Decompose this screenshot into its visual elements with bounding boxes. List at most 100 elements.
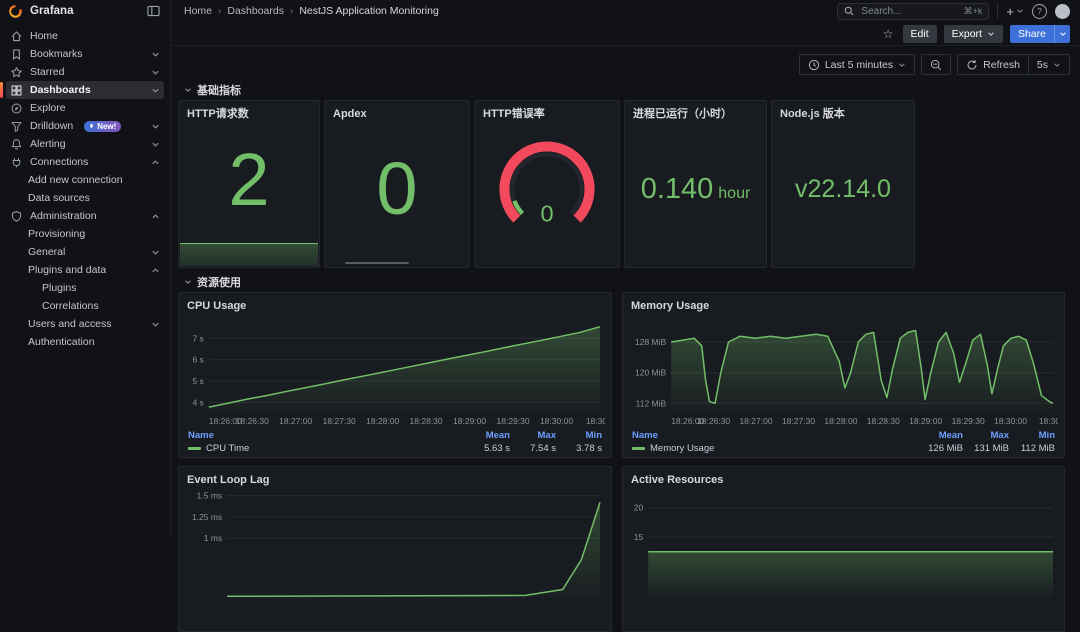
svg-text:18:27:30: 18:27:30 [782,416,815,426]
memory-usage-chart[interactable]: 112 MiB120 MiB128 MiB18:26:0018:26:3018:… [629,315,1058,427]
chevron-up-icon [151,212,160,221]
sidebar-item-users-and-access[interactable]: Users and access [6,315,164,333]
sidebar-item-general[interactable]: General [6,243,164,261]
zoom-out-button[interactable] [921,54,951,75]
refresh-interval-dropdown[interactable]: 5s [1029,54,1070,75]
sidebar-item-bookmarks[interactable]: Bookmarks [6,45,164,63]
svg-text:18:28:30: 18:28:30 [410,416,443,426]
share-button[interactable]: Share [1010,25,1054,43]
legend-header[interactable]: Max [510,430,556,441]
legend-series-name[interactable]: CPU Time [188,443,464,454]
section-title: 基础指标 [197,82,241,98]
sidebar-toggle-icon[interactable] [147,5,160,17]
sidebar-item-provisioning[interactable]: Provisioning [6,225,164,243]
breadcrumb-separator: › [290,6,293,17]
panel-title[interactable]: HTTP错误率 [475,101,619,123]
sidebar-item-plugins-and-data[interactable]: Plugins and data [6,261,164,279]
search-box[interactable]: ⌘+k [837,3,989,20]
event-loop-lag-chart[interactable]: 1 ms1.25 ms1.5 ms [185,489,605,601]
http-requests-value: 2 [228,143,269,217]
svg-text:4 s: 4 s [192,397,203,407]
chevron-down-icon [987,30,995,38]
sidebar-item-label: Add new connection [28,174,123,186]
chevron-down-icon [1053,61,1061,69]
sidebar-item-administration[interactable]: Administration [6,207,164,225]
chevron-down-icon [898,61,906,69]
uptime-unit: hour [718,185,750,203]
nav-right: ⌘+k + ? [837,3,1080,20]
user-avatar[interactable] [1055,4,1070,19]
refresh-label: Refresh [983,59,1020,71]
section-header-resource-usage[interactable]: 资源使用 [184,274,241,290]
sidebar-item-label: Explore [30,102,66,114]
svg-text:18:26:30: 18:26:30 [236,416,269,426]
brand-name: Grafana [30,5,73,17]
panel-title[interactable]: Event Loop Lag [179,467,611,489]
sidebar-item-alerting[interactable]: Alerting [6,135,164,153]
search-input[interactable] [859,5,958,18]
sidebar-item-authentication[interactable]: Authentication [6,333,164,351]
cpu-usage-chart[interactable]: 4 s5 s6 s7 s18:26:0018:26:3018:27:0018:2… [185,315,605,427]
sidebar-item-correlations[interactable]: Correlations [6,297,164,315]
section-header-basic-metrics[interactable]: 基础指标 [184,82,241,98]
edit-button[interactable]: Edit [903,25,937,43]
breadcrumb-item[interactable]: Dashboards [227,5,284,17]
legend-header-name[interactable]: Name [188,430,464,441]
chevron-up-icon [151,158,160,167]
panel-title[interactable]: CPU Usage [179,293,611,315]
sidebar-item-label: Users and access [28,318,111,330]
sidebar-item-explore[interactable]: Explore [6,99,164,117]
time-range-picker[interactable]: Last 5 minutes [799,54,915,75]
http-requests-sparkline [180,243,318,266]
chevron-down-icon [151,122,160,131]
refresh-button[interactable]: Refresh [957,54,1029,75]
sidebar-item-starred[interactable]: Starred [6,63,164,81]
time-controls: Last 5 minutes Refresh 5s [799,54,1070,75]
memory-usage-legend: NameMeanMaxMinMemory Usage126 MiB131 MiB… [632,429,1055,455]
share-dropdown-button[interactable] [1054,25,1070,43]
grafana-logo[interactable] [8,4,23,19]
search-shortcut: ⌘+k [964,6,983,17]
help-icon[interactable]: ? [1032,4,1047,19]
legend-header-name[interactable]: Name [632,430,917,441]
panel-cpu-usage: CPU Usage 4 s5 s6 s7 s18:26:0018:26:3018… [178,292,612,458]
star-icon[interactable]: ☆ [883,27,894,41]
legend-series-name[interactable]: Memory Usage [632,443,917,454]
refresh-icon [966,59,978,71]
svg-text:18:30:00: 18:30:00 [540,416,573,426]
series-color-swatch [188,447,201,450]
add-button[interactable]: + [1006,5,1024,18]
sidebar-item-dashboards[interactable]: Dashboards [6,81,164,99]
export-button[interactable]: Export [944,25,1003,43]
legend-header[interactable]: Max [963,430,1009,441]
legend-value: 112 MiB [1009,443,1055,454]
sidebar-item-connections[interactable]: Connections [6,153,164,171]
connections-icon [10,156,23,169]
chevron-up-icon [151,266,160,275]
panel-title[interactable]: Memory Usage [623,293,1064,315]
sidebar-item-home[interactable]: Home [6,27,164,45]
node-version-value: v22.14.0 [795,175,891,204]
chevron-down-icon [151,248,160,257]
sidebar-item-drilldown[interactable]: DrilldownNew! [6,117,164,135]
search-icon [844,6,854,16]
sidebar-item-data-sources[interactable]: Data sources [6,189,164,207]
sidebar-item-add-new-connection[interactable]: Add new connection [6,171,164,189]
svg-text:112 MiB: 112 MiB [636,398,667,408]
active-resources-chart[interactable]: 1520 [629,489,1058,601]
breadcrumb-item[interactable]: Home [184,5,212,17]
legend-header[interactable]: Mean [917,430,963,441]
apdex-value: 0 [376,152,417,226]
panel-title[interactable]: Active Resources [623,467,1064,489]
chevron-down-icon [151,86,160,95]
legend-header[interactable]: Min [1009,430,1055,441]
svg-text:20: 20 [634,503,644,513]
svg-text:5 s: 5 s [192,376,203,386]
svg-text:18:27:00: 18:27:00 [739,416,772,426]
sidebar-item-plugins[interactable]: Plugins [6,279,164,297]
svg-text:18:27:00: 18:27:00 [279,416,312,426]
svg-text:18:30:3: 18:30:3 [586,416,605,426]
legend-value: 5.63 s [464,443,510,454]
legend-header[interactable]: Min [556,430,602,441]
legend-header[interactable]: Mean [464,430,510,441]
